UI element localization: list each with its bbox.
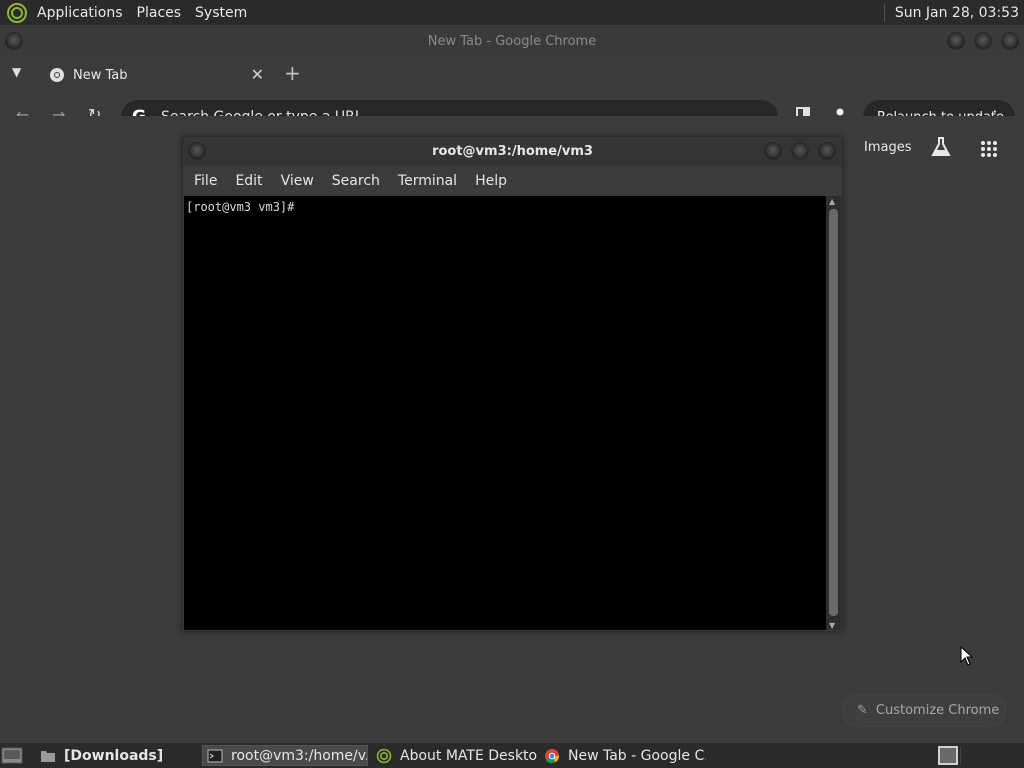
- menu-applications[interactable]: Applications: [30, 0, 130, 25]
- workspace-2[interactable]: [960, 746, 1020, 765]
- chrome-icon: [545, 748, 560, 763]
- taskbar-item-chrome[interactable]: New Tab - Google C...: [540, 745, 706, 766]
- terminal-icon: [207, 749, 223, 762]
- new-tab-button[interactable]: +: [284, 61, 301, 85]
- top-panel: Applications Places System Sun Jan 28, 0…: [0, 0, 1024, 25]
- close-button[interactable]: [1001, 32, 1019, 50]
- labs-flask-icon[interactable]: [930, 136, 952, 158]
- chrome-favicon-icon: [50, 68, 64, 82]
- tabstrip: ▼ New Tab ✕ +: [0, 57, 1024, 91]
- show-desktop-icon[interactable]: [1, 746, 23, 765]
- chevron-down-icon[interactable]: ▼: [12, 65, 21, 79]
- terminal-window: root@vm3:/home/vm3 File Edit View Search…: [183, 137, 842, 631]
- mouse-cursor-icon: [960, 646, 974, 666]
- window-menu-button[interactable]: [5, 32, 23, 50]
- menu-system[interactable]: System: [188, 0, 254, 25]
- mate-logo-icon[interactable]: [6, 2, 28, 24]
- scroll-down-arrow-icon[interactable]: ▼: [829, 621, 835, 630]
- taskbar-label: About MATE Deskto...: [400, 747, 538, 764]
- clock[interactable]: Sun Jan 28, 03:53: [883, 0, 1019, 25]
- chrome-titlebar[interactable]: New Tab - Google Chrome: [0, 25, 1024, 57]
- terminal-menu-help[interactable]: Help: [467, 173, 515, 189]
- terminal-menu-file[interactable]: File: [186, 173, 225, 189]
- maximize-button[interactable]: [974, 32, 992, 50]
- terminal-minimize-button[interactable]: [764, 142, 782, 160]
- terminal-window-menu-button[interactable]: [188, 142, 206, 160]
- clock-separator: [883, 3, 885, 22]
- terminal-menu-edit[interactable]: Edit: [227, 173, 270, 189]
- tab-new-tab[interactable]: New Tab ✕: [36, 59, 272, 91]
- menu-places[interactable]: Places: [130, 0, 189, 25]
- terminal-titlebar[interactable]: root@vm3:/home/vm3: [183, 137, 842, 166]
- images-link[interactable]: Images: [864, 140, 912, 155]
- mate-icon: [376, 748, 392, 763]
- terminal-menu-search[interactable]: Search: [324, 173, 388, 189]
- terminal-body[interactable]: [root@vm3 vm3]#: [184, 196, 826, 630]
- customize-chrome-button[interactable]: ✎ Customize Chrome: [842, 694, 1006, 727]
- apps-grid-icon[interactable]: [980, 140, 998, 158]
- bottom-panel: [Downloads] root@vm3:/home/v... About MA…: [0, 743, 1024, 768]
- scrollbar-thumb[interactable]: [829, 209, 838, 616]
- terminal-prompt: [root@vm3 vm3]#: [186, 200, 295, 214]
- close-tab-icon[interactable]: ✕: [251, 65, 264, 84]
- terminal-close-button[interactable]: [818, 142, 836, 160]
- pencil-icon: ✎: [857, 703, 868, 718]
- taskbar-item-about-mate[interactable]: About MATE Deskto...: [372, 745, 538, 766]
- terminal-scrollbar[interactable]: ▲ ▼: [826, 196, 841, 630]
- taskbar-item-downloads[interactable]: [Downloads]: [36, 745, 198, 766]
- clock-text: Sun Jan 28, 03:53: [894, 4, 1019, 21]
- taskbar-item-terminal[interactable]: root@vm3:/home/v...: [202, 745, 368, 766]
- terminal-menu-view[interactable]: View: [273, 173, 322, 189]
- workspace-1[interactable]: [938, 746, 958, 765]
- terminal-maximize-button[interactable]: [791, 142, 809, 160]
- chrome-window-title: New Tab - Google Chrome: [427, 33, 597, 49]
- taskbar-label: [Downloads]: [64, 747, 164, 764]
- terminal-title: root@vm3:/home/vm3: [432, 144, 593, 159]
- folder-icon: [41, 750, 55, 762]
- tab-title: New Tab: [73, 67, 128, 83]
- taskbar-label: root@vm3:/home/v...: [231, 747, 368, 764]
- customize-label: Customize Chrome: [875, 703, 1000, 718]
- minimize-button[interactable]: [947, 32, 965, 50]
- scroll-up-arrow-icon[interactable]: ▲: [829, 197, 835, 206]
- taskbar-label: New Tab - Google C...: [568, 747, 706, 764]
- top-menu: Applications Places System: [0, 0, 254, 25]
- terminal-menu-terminal[interactable]: Terminal: [390, 173, 465, 189]
- terminal-menubar: File Edit View Search Terminal Help: [183, 166, 842, 196]
